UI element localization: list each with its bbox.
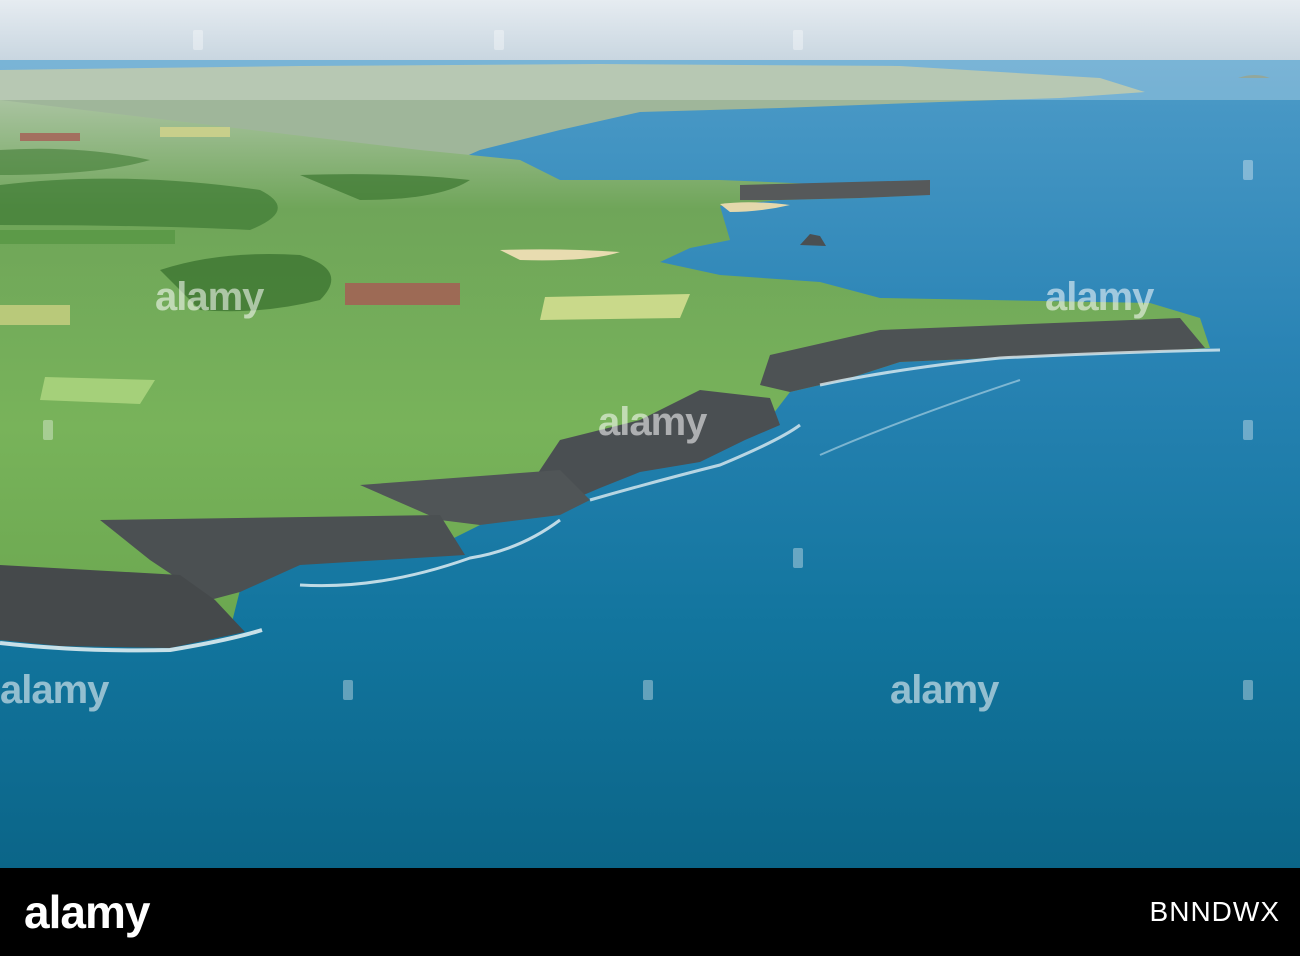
watermark-mark (793, 548, 803, 568)
watermark-mark (494, 30, 504, 50)
watermark-mark (1243, 160, 1253, 180)
watermark-mark (1243, 420, 1253, 440)
watermark-mark (643, 680, 653, 700)
field (160, 127, 230, 137)
field (345, 283, 460, 305)
field (0, 305, 70, 325)
field (0, 230, 175, 244)
haze (0, 60, 1300, 100)
coastline-scene (0, 0, 1300, 868)
field (20, 133, 80, 141)
watermark-mark (43, 420, 53, 440)
field (540, 294, 690, 320)
watermark-mark (793, 30, 803, 50)
aerial-coastline-photo: alamy alamy alamy alamy alamy (0, 0, 1300, 868)
stock-footer-bar: alamy BNNDWX (0, 868, 1300, 956)
watermark-mark (193, 30, 203, 50)
field (40, 377, 155, 404)
watermark-mark (1243, 680, 1253, 700)
footer-logo: alamy (24, 886, 150, 938)
watermark-mark (343, 680, 353, 700)
image-id-label: BNNDWX (1149, 896, 1280, 927)
